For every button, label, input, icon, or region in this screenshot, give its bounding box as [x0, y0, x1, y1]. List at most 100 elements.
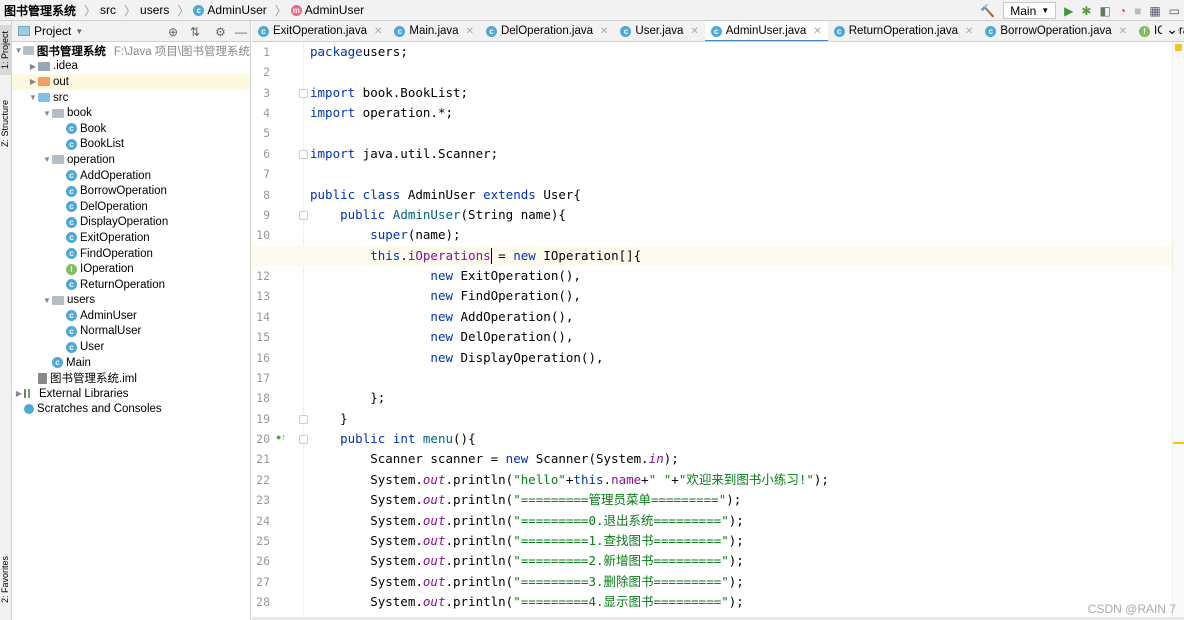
- tree-item[interactable]: ▼ operation: [12, 152, 250, 168]
- close-tab-icon[interactable]: ✕: [690, 26, 698, 37]
- tree-item[interactable]: c ReturnOperation: [12, 277, 250, 293]
- code-line[interactable]: System.out.println("hello"+this.name+" "…: [252, 470, 1172, 490]
- tree-item[interactable]: 图书管理系统.iml: [12, 370, 250, 386]
- fold-marker-icon[interactable]: [299, 435, 308, 445]
- tree-item[interactable]: Scratches and Consoles: [12, 402, 250, 418]
- stop-icon[interactable]: ■: [1134, 4, 1141, 18]
- close-tab-icon[interactable]: ✕: [600, 26, 608, 37]
- code-line[interactable]: System.out.println("=========4.显示图书=====…: [252, 592, 1172, 612]
- coverage-icon[interactable]: ◧: [1099, 4, 1110, 18]
- breadcrumb-item[interactable]: src: [100, 3, 116, 17]
- terminal-icon[interactable]: ▭: [1169, 4, 1180, 18]
- close-tab-icon[interactable]: ✕: [466, 26, 474, 37]
- tree-item[interactable]: I IOperation: [12, 261, 250, 277]
- project-structure-icon[interactable]: ▦: [1149, 4, 1160, 18]
- code-line[interactable]: import operation.*;: [252, 103, 1172, 123]
- implements-method-icon[interactable]: ●↑: [276, 432, 286, 442]
- tree-item[interactable]: ▶ out: [12, 74, 250, 90]
- fold-marker-icon[interactable]: [299, 149, 308, 159]
- tree-item[interactable]: c Main: [12, 355, 250, 371]
- debug-icon[interactable]: ✱: [1081, 4, 1091, 18]
- tree-item[interactable]: c FindOperation: [12, 246, 250, 262]
- close-tab-icon[interactable]: ✕: [813, 26, 821, 37]
- chevron-down-icon[interactable]: ▼: [75, 27, 83, 36]
- editor-tab[interactable]: c DelOperation.java ✕: [480, 21, 614, 41]
- run-configuration-selector[interactable]: Main ▼: [1003, 2, 1057, 19]
- code-line[interactable]: };: [252, 388, 1172, 408]
- tabs-overflow-chevron-icon[interactable]: ⌄: [1162, 21, 1178, 38]
- expand-arrow-icon[interactable]: ▼: [42, 109, 52, 118]
- tree-item[interactable]: c DisplayOperation: [12, 215, 250, 231]
- editor-tab[interactable]: c User.java ✕: [614, 21, 704, 41]
- code-line[interactable]: new AddOperation(),: [252, 307, 1172, 327]
- code-line[interactable]: [252, 123, 1172, 143]
- breadcrumb-item[interactable]: 图书管理系统: [4, 2, 76, 19]
- editor-scrollbar[interactable]: [1172, 42, 1184, 617]
- tree-item[interactable]: c AddOperation: [12, 168, 250, 184]
- fold-marker-icon[interactable]: [299, 414, 308, 424]
- collapse-arrow-icon[interactable]: ▶: [28, 62, 38, 71]
- favorites-tool-tab[interactable]: 2: Favorites: [0, 549, 12, 609]
- collapse-all-icon[interactable]: ⇅: [190, 25, 200, 39]
- locate-icon[interactable]: ⊕: [168, 25, 178, 39]
- collapse-arrow-icon[interactable]: ▶: [14, 389, 24, 398]
- tree-item[interactable]: ▶ External Libraries: [12, 386, 250, 402]
- close-tab-icon[interactable]: ✕: [1119, 26, 1127, 37]
- code-line[interactable]: new DisplayOperation(),: [252, 348, 1172, 368]
- code-line[interactable]: System.out.println("=========1.查找图书=====…: [252, 531, 1172, 551]
- hammer-icon[interactable]: 🔨: [980, 4, 995, 18]
- expand-arrow-icon[interactable]: ▼: [14, 46, 23, 55]
- tree-item[interactable]: c AdminUser: [12, 308, 250, 324]
- editor-tab[interactable]: c AdminUser.java ✕: [704, 21, 828, 41]
- tree-item[interactable]: c BookList: [12, 137, 250, 153]
- tree-item[interactable]: ▶ .idea: [12, 59, 250, 75]
- editor-tab[interactable]: c Main.java ✕: [388, 21, 480, 41]
- editor-tab[interactable]: c ExitOperation.java ✕: [252, 21, 388, 41]
- code-line[interactable]: public AdminUser(String name){: [252, 205, 1172, 225]
- code-line[interactable]: System.out.println("=========2.新增图书=====…: [252, 551, 1172, 571]
- tree-item[interactable]: c BorrowOperation: [12, 183, 250, 199]
- tree-item[interactable]: ▼ 图书管理系统 F:\Java 项目\图书管理系统: [12, 43, 250, 59]
- expand-arrow-icon[interactable]: ▼: [28, 93, 38, 102]
- tree-item[interactable]: c NormalUser: [12, 324, 250, 340]
- editor-tab[interactable]: c BorrowOperation.java ✕: [979, 21, 1133, 41]
- tree-item[interactable]: c Book: [12, 121, 250, 137]
- tree-item[interactable]: ▼ users: [12, 293, 250, 309]
- code-line[interactable]: [252, 368, 1172, 388]
- code-line[interactable]: new FindOperation(),: [252, 286, 1172, 306]
- collapse-arrow-icon[interactable]: ▶: [28, 77, 38, 86]
- breadcrumb-item[interactable]: users: [140, 3, 169, 17]
- code-line[interactable]: import book.BookList;: [252, 83, 1172, 103]
- project-view-selector[interactable]: Project: [34, 24, 71, 38]
- profile-icon[interactable]: ◔: [1119, 4, 1126, 18]
- breadcrumb-item[interactable]: c AdminUser: [193, 3, 267, 17]
- tree-item[interactable]: c User: [12, 339, 250, 355]
- code-line[interactable]: System.out.println("=========0.退出系统=====…: [252, 511, 1172, 531]
- code-line[interactable]: public class AdminUser extends User{: [252, 185, 1172, 205]
- fold-marker-icon[interactable]: [299, 210, 308, 220]
- code-editor[interactable]: 1234567891011121314151617181920212223242…: [252, 42, 1184, 617]
- run-icon[interactable]: ▶: [1064, 4, 1073, 18]
- code-line[interactable]: [252, 164, 1172, 184]
- close-tab-icon[interactable]: ✕: [965, 26, 973, 37]
- code-line[interactable]: super(name);: [252, 225, 1172, 245]
- hide-icon[interactable]: —: [235, 25, 247, 39]
- code-line[interactable]: packageusers;: [252, 42, 1172, 62]
- structure-tool-tab[interactable]: Z: Structure: [0, 93, 12, 153]
- tree-item[interactable]: ▼ src: [12, 90, 250, 106]
- tree-item[interactable]: c ExitOperation: [12, 230, 250, 246]
- project-tool-tab[interactable]: 1: Project: [0, 25, 12, 75]
- tree-item[interactable]: ▼ book: [12, 105, 250, 121]
- code-line[interactable]: this.iOperations = new IOperation[]{: [252, 245, 1172, 267]
- code-line[interactable]: System.out.println("=========3.删除图书=====…: [252, 572, 1172, 592]
- code-line[interactable]: new DelOperation(),: [252, 327, 1172, 347]
- fold-marker-icon[interactable]: [299, 88, 308, 98]
- code-line[interactable]: [252, 62, 1172, 82]
- error-stripe-mark[interactable]: [1173, 442, 1184, 444]
- code-line[interactable]: import java.util.Scanner;: [252, 144, 1172, 164]
- breadcrumb-item[interactable]: m AdminUser: [290, 3, 364, 17]
- editor-tab[interactable]: c ReturnOperation.java ✕: [828, 21, 980, 41]
- code-line[interactable]: public int menu(){: [252, 429, 1172, 449]
- code-line[interactable]: Scanner scanner = new Scanner(System.in)…: [252, 449, 1172, 469]
- code-line[interactable]: System.out.println("=========管理员菜单======…: [252, 490, 1172, 510]
